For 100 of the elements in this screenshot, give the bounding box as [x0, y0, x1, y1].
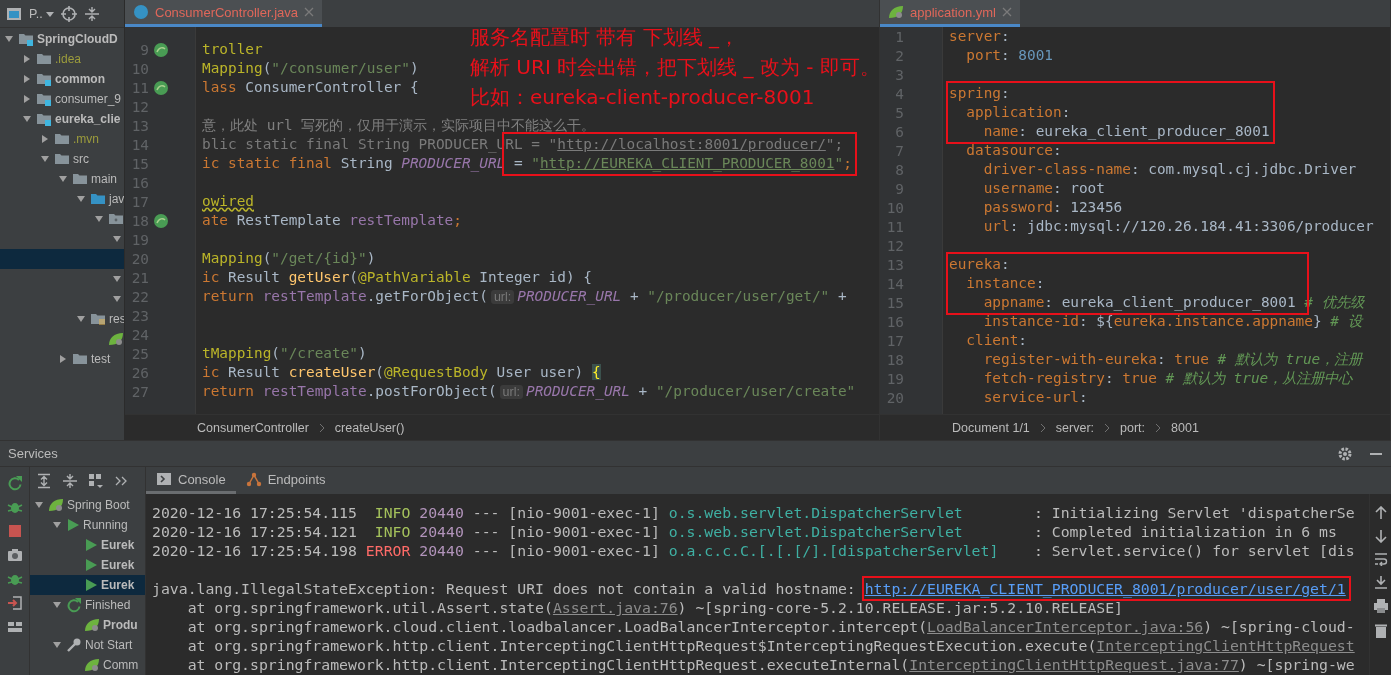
- disclosure-arrow-icon[interactable]: [58, 354, 68, 364]
- disclosure-arrow-icon[interactable]: [40, 154, 50, 164]
- collapse-all-icon[interactable]: [62, 472, 78, 489]
- panel-icon: [6, 5, 22, 22]
- folder-icon: [36, 51, 52, 67]
- console-line: at org.springframework.http.client.InterceptingClientHttpRequest$InterceptingRequestExecution.execute(InterceptingClientHttpRequest: [186, 636, 1356, 655]
- console-link[interactable]: InterceptingClientHttpRequest.java:77: [909, 656, 1239, 673]
- tree-item[interactable]: Spring Boot: [30, 495, 145, 515]
- console-link[interactable]: InterceptingClientHttpRequest: [1096, 637, 1355, 654]
- arrow-up-icon[interactable]: [1373, 506, 1388, 520]
- code-line: return restTemplate.postForObject( url: PRODUCER_URL + "/producer/user/create": [202, 382, 856, 401]
- disclosure-arrow-icon[interactable]: [52, 520, 62, 530]
- code-line: 意，此处 url 写死的，仅用于演示，实际项目中不能这么干。: [202, 116, 596, 135]
- panel-tab[interactable]: Endpoints: [235, 467, 336, 494]
- expand-all-icon[interactable]: [36, 472, 52, 489]
- tree-item[interactable]: Finished: [30, 595, 145, 615]
- tree-item[interactable]: Running: [30, 515, 145, 535]
- bean-icon[interactable]: [153, 79, 169, 96]
- exit-icon[interactable]: [6, 595, 23, 611]
- wrap-icon[interactable]: [1373, 552, 1388, 566]
- tree-item[interactable]: common: [0, 69, 124, 89]
- disclosure-arrow-icon[interactable]: [112, 294, 122, 304]
- console-link[interactable]: Assert.java:76: [552, 599, 678, 616]
- folder-icon: [72, 351, 88, 367]
- disclosure-arrow-icon[interactable]: [22, 74, 32, 84]
- tree-item[interactable]: Eurek: [30, 575, 145, 595]
- code-line: username: root: [982, 179, 1105, 198]
- play-icon: [84, 538, 98, 552]
- disclosure-arrow-icon[interactable]: [34, 500, 44, 510]
- disclosure-arrow-icon[interactable]: [94, 214, 104, 224]
- code-line: return restTemplate.getForObject( url: PRODUCER_URL + "/producer/user/get/" +: [202, 287, 847, 306]
- disclosure-arrow-icon[interactable]: [52, 600, 62, 610]
- disclosure-arrow-icon[interactable]: [40, 134, 50, 144]
- camera-icon[interactable]: [6, 547, 23, 563]
- leaf-icon: [84, 657, 100, 673]
- leaf-icon: [84, 617, 100, 633]
- tree-item[interactable]: eureka_clie: [0, 109, 124, 129]
- resources-folder-icon: [90, 311, 106, 327]
- tree-item[interactable]: Eurek: [30, 535, 145, 555]
- tree-item[interactable]: Not Start: [30, 635, 145, 655]
- code-line: service-url:: [982, 388, 1088, 407]
- disclosure-arrow-icon[interactable]: [22, 54, 32, 64]
- disclosure-arrow-icon[interactable]: [52, 640, 62, 650]
- scroll-to-end-icon[interactable]: [1373, 575, 1388, 589]
- collapse-icon[interactable]: [83, 5, 100, 22]
- code-line: instance-id: ${eureka.instance.appname} # 设: [982, 312, 1362, 331]
- tree-item[interactable]: main: [0, 169, 124, 189]
- disclosure-arrow-icon[interactable]: [112, 234, 122, 244]
- console-link[interactable]: http://EUREKA_CLIENT_PRODUCER_8001/producer/user/get/1: [864, 580, 1346, 597]
- disclosure-arrow-icon[interactable]: [58, 174, 68, 184]
- settings-icon[interactable]: [1337, 445, 1353, 462]
- tree-item[interactable]: Eurek: [30, 555, 145, 575]
- tree-item[interactable]: SpringCloudD: [0, 29, 124, 49]
- code-line: ic Result getUser(@PathVariable Integer id) {: [202, 268, 592, 287]
- trash-icon[interactable]: [1372, 623, 1389, 639]
- breadcrumb-item[interactable]: ConsumerController: [197, 420, 309, 435]
- nodes-icon: [245, 471, 262, 487]
- breadcrumb-item[interactable]: createUser(): [334, 420, 405, 435]
- disclosure-arrow-icon[interactable]: [22, 114, 32, 124]
- layout-icon[interactable]: [6, 619, 23, 635]
- disclosure-arrow-icon[interactable]: [112, 274, 122, 284]
- tree-item[interactable]: jav: [0, 189, 124, 209]
- tree-item[interactable]: test: [0, 349, 124, 369]
- group-icon[interactable]: [88, 472, 104, 489]
- console-line: 2020-12-16 17:25:54.115 INFO 20440 --- [nio-9001-exec-1] o.s.web.servlet.DispatcherServlet : Initializing Servlet 'dispatcherSe: [152, 503, 1356, 522]
- breadcrumb-item[interactable]: server:: [1055, 420, 1095, 435]
- tree-item[interactable]: Produ: [30, 615, 145, 635]
- printer-icon[interactable]: [1372, 598, 1389, 614]
- tree-item[interactable]: src: [0, 149, 124, 169]
- code-line: port: 8001: [965, 46, 1053, 65]
- breadcrumb-item[interactable]: port:: [1120, 420, 1146, 435]
- disclosure-arrow-icon[interactable]: [76, 194, 86, 204]
- bean-icon[interactable]: [153, 212, 169, 229]
- crosshair-icon[interactable]: [60, 5, 77, 22]
- stop-icon[interactable]: [6, 523, 23, 539]
- rerun-icon[interactable]: [6, 475, 23, 491]
- tree-item[interactable]: consumer_9: [0, 89, 124, 109]
- code-line: password: 123456: [982, 198, 1123, 217]
- wrench-icon: [66, 637, 82, 653]
- annotation-text: 比如：eureka-client-producer-8001: [470, 84, 816, 111]
- breadcrumb-item[interactable]: Document 1/1: [952, 420, 1030, 435]
- arrow-down-icon[interactable]: [1373, 529, 1388, 543]
- tree-item[interactable]: .idea: [0, 49, 124, 69]
- code-line: ate RestTemplate restTemplate;: [202, 211, 462, 230]
- console-link[interactable]: LoadBalancerInterceptor.java:56: [927, 618, 1204, 635]
- play-icon: [66, 518, 80, 532]
- package-folder-icon: [108, 211, 124, 227]
- panel-tab[interactable]: Console: [146, 467, 236, 494]
- bean-icon[interactable]: [153, 41, 169, 58]
- view-selector[interactable]: P..: [29, 6, 54, 21]
- breadcrumb-item[interactable]: 8001: [1171, 420, 1199, 435]
- code-line: client:: [965, 331, 1027, 350]
- tree-item[interactable]: Comm: [30, 655, 145, 675]
- tree-item[interactable]: .mvn: [0, 129, 124, 149]
- double-chevron-icon[interactable]: [114, 474, 128, 487]
- disclosure-arrow-icon[interactable]: [76, 314, 86, 324]
- panel-title: Services: [8, 446, 59, 461]
- folder-icon: [54, 131, 70, 147]
- disclosure-arrow-icon[interactable]: [4, 34, 14, 44]
- disclosure-arrow-icon[interactable]: [22, 94, 32, 104]
